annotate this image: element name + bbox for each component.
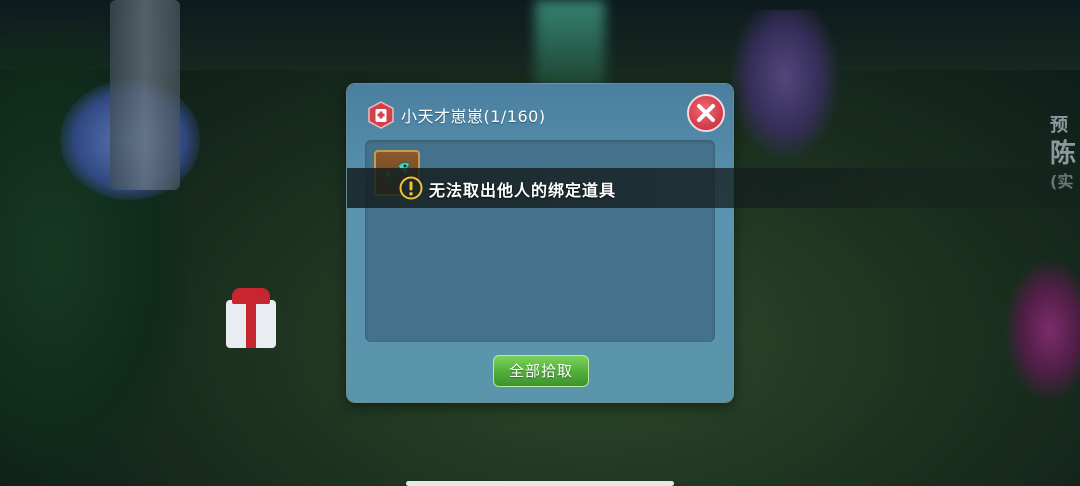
home-indicator[interactable] <box>406 481 674 486</box>
dialog-header: 小天才崽崽(1/160) <box>347 84 733 142</box>
npc-character[interactable] <box>1005 260 1080 400</box>
loot-dialog: 小天才崽崽(1/160) 全部拾取 <box>347 84 733 402</box>
toast-message: 无法取出他人的绑定道具 <box>347 168 1080 208</box>
toast-text: 无法取出他人的绑定道具 <box>429 181 617 200</box>
npc-name-line-2: 陈 <box>1050 139 1077 169</box>
warning-icon <box>399 176 423 200</box>
close-icon <box>697 104 715 122</box>
storage-bag-icon <box>367 101 395 129</box>
dialog-title: 小天才崽崽(1/160) <box>401 107 546 126</box>
mount-creature[interactable] <box>730 10 840 160</box>
game-scene: 预 陈 (实 小天才崽崽(1/160) <box>0 0 1080 486</box>
pickup-all-button[interactable]: 全部拾取 <box>493 355 589 387</box>
teleport-light-beam <box>535 0 605 95</box>
gift-box[interactable] <box>226 288 276 348</box>
close-button[interactable] <box>687 94 725 132</box>
stone-pillar <box>110 0 180 190</box>
npc-name-line-1: 预 <box>1050 115 1068 136</box>
